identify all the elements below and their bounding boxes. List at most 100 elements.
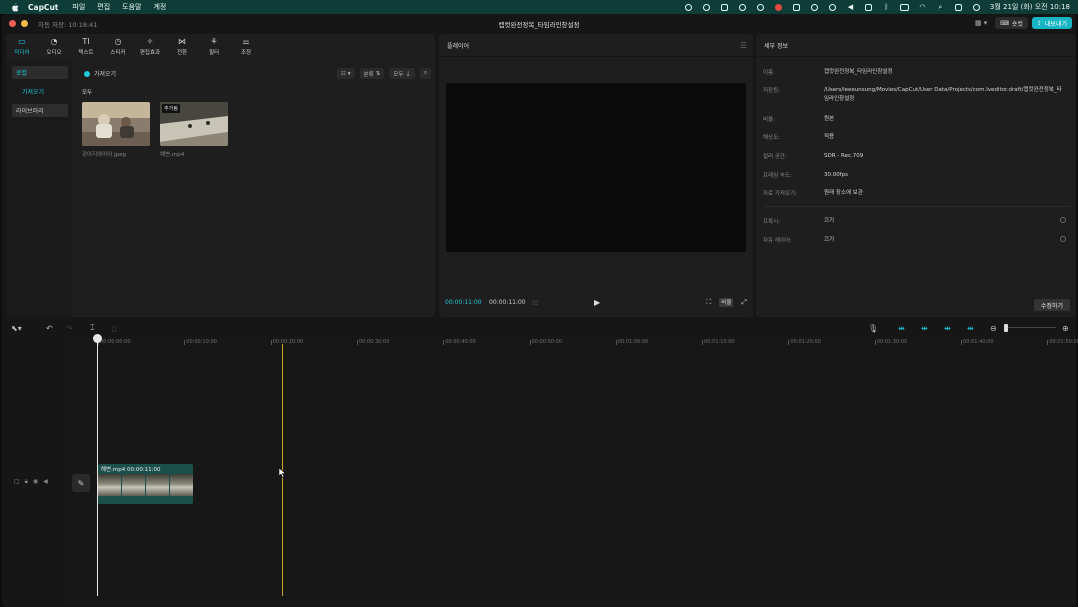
edit-details-button[interactable]: 수정하기 [1033, 299, 1070, 311]
fit-screen-icon[interactable]: ⛶ [706, 298, 711, 307]
detail-row-frame-rate: 프레임 속도: 30.00fps [763, 171, 1070, 180]
menu-help[interactable]: 도움말 [122, 2, 141, 12]
player-menu-icon[interactable]: ☰ [740, 41, 747, 50]
menu-app-name[interactable]: CapCut [28, 3, 58, 12]
sidebar-item-library-label: 라이브러리 [16, 108, 44, 115]
record-icon[interactable] [684, 3, 693, 11]
notification-badge-icon[interactable] [774, 3, 783, 11]
detail-value: SDR - Rec.709 [824, 153, 864, 159]
info-icon[interactable] [1060, 217, 1066, 223]
current-timecode: 00:00:11:00 [445, 298, 482, 306]
tab-filter[interactable]: ⚘ 필터 [198, 34, 230, 60]
tab-adjust[interactable]: ⚌ 조정 [230, 34, 262, 60]
control-center-icon[interactable] [954, 3, 963, 11]
tab-transition[interactable]: ⋈ 전환 [166, 34, 198, 60]
capcut-window: 자동 저장: 10:18:41 캡컷완전정복_타임라인창설정 ▦ ▾ ⌨ 숏컷 ⇪… [2, 14, 1078, 607]
sidebar-item-local-label: 로컬 [16, 70, 28, 77]
tab-adjust-label: 조정 [240, 50, 252, 56]
video-clip[interactable]: 해변.mp4 00:00:11:00 [98, 464, 193, 504]
zoom-in-icon[interactable]: ⊕ [1062, 324, 1069, 333]
lock-icon[interactable]: 🔒︎ [25, 478, 28, 486]
play-button[interactable]: ▶ [594, 298, 600, 307]
timecode-format-icon[interactable]: ▯▯ [532, 299, 539, 306]
apple-menu-icon[interactable] [10, 2, 20, 12]
zoom-out-icon[interactable]: ⊖ [990, 324, 997, 333]
sort-button[interactable]: 분류 ⇅ [359, 68, 385, 79]
cover-edit-button[interactable]: ✎ [72, 474, 90, 492]
menu-clock[interactable]: 3월 21일 (화) 오전 10:18 [990, 2, 1070, 12]
photo-preview [82, 102, 150, 146]
tab-effects[interactable]: ✧ 편집효과 [134, 34, 166, 60]
track-controls: ▢ 🔒︎ ◉ ◀ [14, 478, 48, 486]
calendar-icon[interactable] [864, 3, 873, 11]
filter-icon: ⏚ [405, 71, 411, 78]
ratio-button[interactable]: 비율 [719, 297, 734, 307]
split-icon[interactable]: ⌶ [90, 323, 95, 333]
siri-icon[interactable] [972, 3, 981, 11]
media-thumbnail-video[interactable]: 추가됨 [160, 102, 228, 146]
sidebar-item-local[interactable]: 로컬 [12, 66, 68, 79]
detail-value: /Users/leeeunsung/Movies/CapCut/User Dat… [824, 87, 1062, 102]
screenshot-icon[interactable] [792, 3, 801, 11]
import-button[interactable]: 가져오기 [84, 69, 116, 78]
link-main-track-icon[interactable]: ⇹ [898, 324, 905, 333]
linkage-icon[interactable]: ⇹ [944, 324, 951, 333]
ruler-tick: 00:00:30:00 [356, 339, 390, 345]
menu-file[interactable]: 파일 [72, 2, 85, 12]
vpn-icon[interactable] [756, 3, 765, 11]
media-search-button[interactable]: ⌕ [419, 68, 431, 79]
play-circle-icon[interactable] [828, 3, 837, 11]
undo-icon[interactable]: ↶ [46, 324, 53, 333]
tab-sticker[interactable]: ◷ 스티커 [102, 34, 134, 60]
camera-icon[interactable] [702, 3, 711, 11]
detail-key: 해상도: [763, 135, 781, 141]
bluetooth-icon[interactable]: ᛒ [882, 3, 891, 11]
microphone-icon[interactable]: 🎙 [868, 324, 878, 333]
spotlight-search-icon[interactable]: ⌕ [936, 3, 945, 11]
video-preview-canvas[interactable] [446, 83, 746, 252]
sticker-icon: ◷ [114, 37, 122, 46]
audio-mute-icon[interactable]: ◀ [43, 478, 48, 486]
tab-audio[interactable]: ◔ 오디오 [38, 34, 70, 60]
timeline-ruler[interactable]: 00:00:00:00 00:00:10:00 00:00:20:00 00:00:3… [68, 336, 1078, 348]
detail-row-proxy: 프록시: 끄기 [763, 217, 1070, 226]
detail-value: 끄기 [824, 218, 835, 224]
view-mode-dropdown[interactable]: ☷ ▾ [336, 68, 355, 79]
export-button[interactable]: ⇪ 내보내기 [1031, 17, 1072, 29]
info-icon[interactable] [1060, 236, 1066, 242]
menu-edit[interactable]: 편집 [97, 2, 110, 12]
cover-icon[interactable]: ▢ [14, 478, 20, 486]
clock-icon[interactable] [810, 3, 819, 11]
tab-text[interactable]: TI 텍스트 [70, 34, 102, 60]
timeline[interactable]: ▢ 🔒︎ ◉ ◀ 00:00:00:00 00:00:10:00 00:00:20:… [6, 334, 1078, 606]
menu-account[interactable]: 계정 [153, 2, 166, 12]
delete-icon[interactable]: ▯ [112, 324, 116, 333]
zoom-slider[interactable] [1004, 323, 1059, 333]
detail-row-ratio: 비율: 원본 [763, 115, 1070, 124]
shortcut-label: 숏컷 [1011, 20, 1023, 28]
media-icon: ▭ [18, 37, 26, 46]
media-thumbnail-photo[interactable] [82, 102, 150, 146]
filter-all-button[interactable]: 모두 ⏚ [389, 68, 415, 79]
tab-filter-label: 필터 [208, 50, 220, 56]
sidebar-item-import[interactable]: 가져오기 [12, 85, 68, 98]
fullscreen-icon[interactable]: ⤢ [741, 298, 747, 307]
select-tool-icon[interactable]: ⬉▾ [11, 324, 22, 333]
shortcut-button[interactable]: ⌨ 숏컷 [995, 17, 1028, 29]
cloud-icon[interactable] [738, 3, 747, 11]
layout-menu-icon[interactable]: ▦ ▾ [971, 17, 991, 29]
playhead[interactable] [97, 338, 98, 596]
magnet-snap-icon[interactable]: ⇹ [921, 324, 928, 333]
filter-all-label: 모두 [393, 71, 404, 78]
battery-icon[interactable] [899, 3, 909, 11]
sidebar-item-library[interactable]: 라이브러리 [12, 104, 68, 117]
volume-icon[interactable]: ◀ [846, 3, 855, 11]
eye-icon[interactable]: ◉ [33, 478, 38, 486]
redo-icon[interactable]: ↷ [66, 324, 73, 333]
shield-icon[interactable] [720, 3, 729, 11]
preview-axis-icon[interactable]: ⇹ [967, 324, 974, 333]
timeline-toolbar: ⬉▾ ↶ ↷ ⌶ ▯ 🎙 ⇹ ⇹ ⇹ ⇹ ⊖ ⊕ [6, 321, 1076, 335]
detail-value: 원본 [824, 116, 835, 122]
tab-media[interactable]: ▭ 미디어 [6, 34, 38, 60]
wifi-icon[interactable]: ◠ [918, 3, 927, 11]
